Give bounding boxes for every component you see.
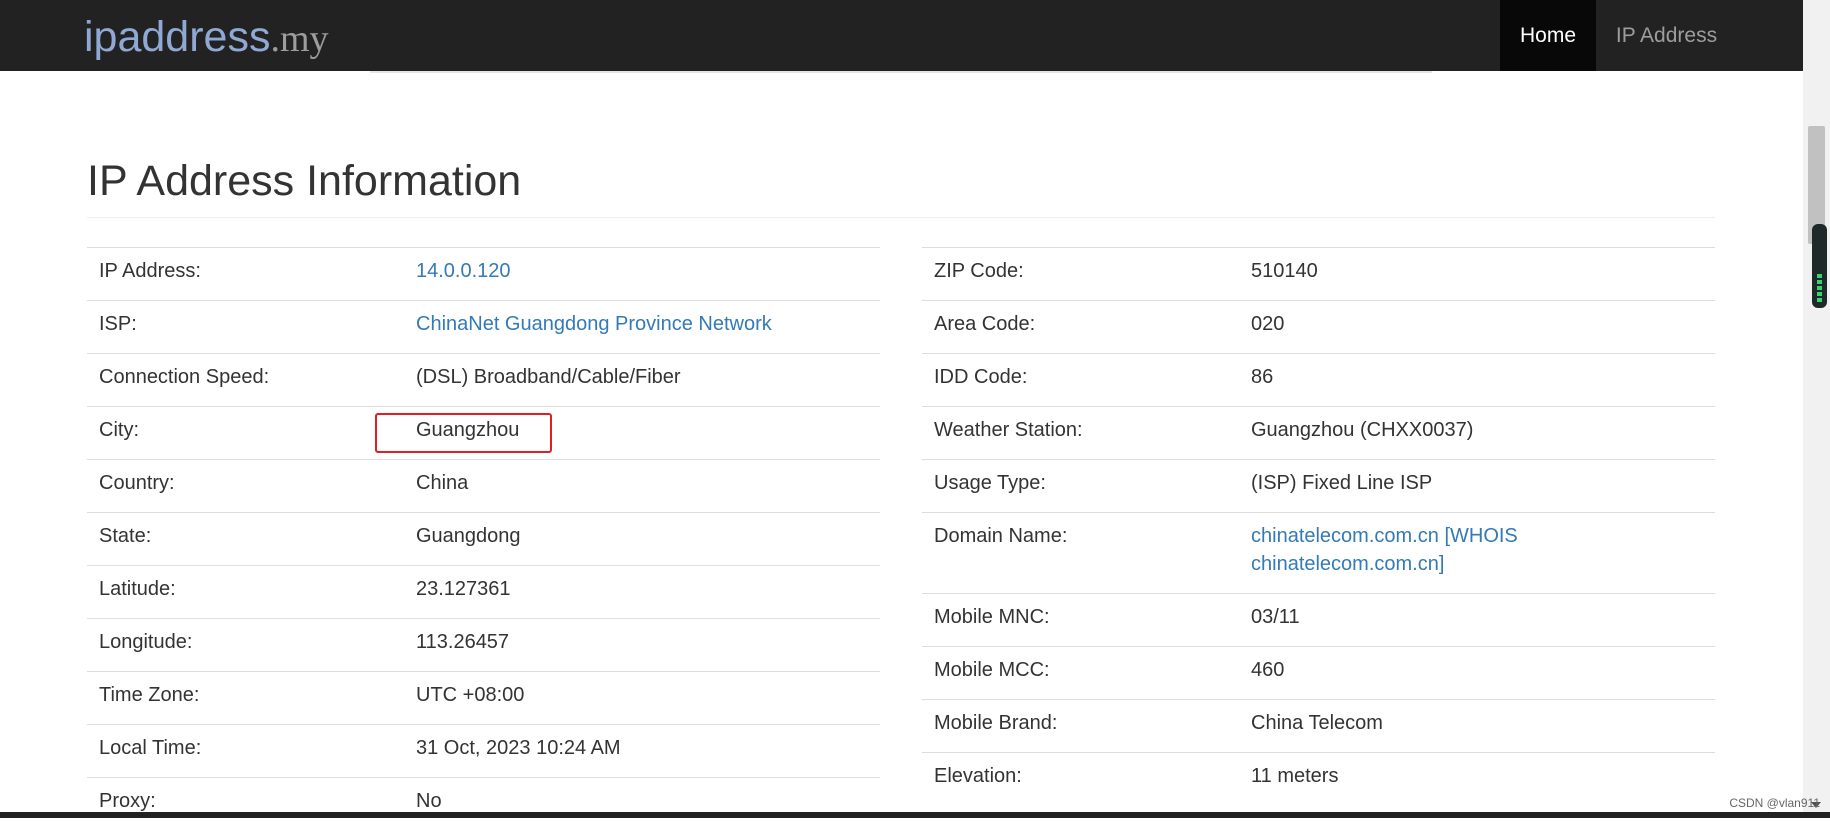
field-value: UTC +08:00 [416, 684, 524, 706]
field-label: Connection Speed: [87, 354, 404, 407]
field-label: Weather Station: [922, 407, 1239, 460]
side-widget[interactable] [1812, 224, 1827, 308]
field-value-link[interactable]: ChinaNet Guangdong Province Network [416, 313, 772, 335]
field-value-cell: UTC +08:00 [404, 672, 880, 725]
table-row: Latitude: 23.127361 [87, 566, 880, 619]
field-value: 23.127361 [416, 578, 511, 600]
field-value: 510140 [1251, 260, 1318, 282]
table-row: Connection Speed: (DSL) Broadband/Cable/F… [87, 354, 880, 407]
page-title: IP Address Information [87, 155, 521, 207]
field-value-cell: 460 [1239, 647, 1715, 700]
field-value-cell: (DSL) Broadband/Cable/Fiber [404, 354, 880, 407]
field-label: ISP: [87, 301, 404, 354]
field-value: Guangzhou (CHXX0037) [1251, 419, 1473, 441]
field-value: 460 [1251, 659, 1284, 681]
table-row: Weather Station: Guangzhou (CHXX0037) [922, 407, 1715, 460]
field-value-cell: chinatelecom.com.cn [WHOIS chinatelecom.… [1239, 513, 1715, 594]
field-value: Guangdong [416, 525, 521, 547]
table-row: Elevation: 11 meters [922, 753, 1715, 806]
field-value: 11 meters [1251, 765, 1338, 787]
field-value-cell: (ISP) Fixed Line ISP [1239, 460, 1715, 513]
table-row: Mobile MNC: 03/11 [922, 594, 1715, 647]
table-row: Usage Type: (ISP) Fixed Line ISP [922, 460, 1715, 513]
taskbar-edge [0, 812, 1830, 818]
brand-name: ipaddress [84, 13, 270, 61]
field-value-cell: 020 [1239, 301, 1715, 354]
field-label: Longitude: [87, 619, 404, 672]
field-value-cell: China Telecom [1239, 700, 1715, 753]
field-value: (ISP) Fixed Line ISP [1251, 472, 1432, 494]
table-row: Longitude: 113.26457 [87, 619, 880, 672]
field-label: Proxy: [87, 778, 404, 830]
ip-info-table-right: ZIP Code: 510140 Area Code: 020 IDD Code: 86 W… [922, 247, 1715, 805]
field-label: Local Time: [87, 725, 404, 778]
field-label: State: [87, 513, 404, 566]
table-row: IDD Code: 86 [922, 354, 1715, 407]
field-value-link[interactable]: chinatelecom.com.cn [1251, 525, 1439, 547]
vertical-scrollbar[interactable] [1803, 0, 1830, 812]
field-value-cell: China [404, 460, 880, 513]
field-value-cell: 03/11 [1239, 594, 1715, 647]
ip-info-table-left: IP Address: 14.0.0.120 ISP: ChinaNet Guangd… [87, 247, 880, 830]
field-label: Country: [87, 460, 404, 513]
field-label: Latitude: [87, 566, 404, 619]
table-row: Mobile MCC: 460 [922, 647, 1715, 700]
field-value: 020 [1251, 313, 1284, 335]
field-value-link[interactable]: 14.0.0.120 [416, 260, 511, 282]
field-value: 03/11 [1251, 606, 1300, 628]
field-value-cell: 31 Oct, 2023 10:24 AM [404, 725, 880, 778]
field-value-cell: 86 [1239, 354, 1715, 407]
table-row: ZIP Code: 510140 [922, 248, 1715, 301]
table-row: Area Code: 020 [922, 301, 1715, 354]
field-value: No [416, 790, 442, 812]
field-label: Time Zone: [87, 672, 404, 725]
field-label: IDD Code: [922, 354, 1239, 407]
field-value-cell: ChinaNet Guangdong Province Network [404, 301, 880, 354]
field-value: China Telecom [1251, 712, 1383, 734]
field-value: 31 Oct, 2023 10:24 AM [416, 737, 621, 759]
top-navbar: ipaddress.my Home IP Address [0, 0, 1803, 71]
field-label: Mobile MCC: [922, 647, 1239, 700]
table-row: State: Guangdong [87, 513, 880, 566]
title-divider [87, 217, 1715, 218]
field-value-cell: 510140 [1239, 248, 1715, 301]
field-value: 86 [1251, 366, 1273, 388]
field-value-cell: Guangdong [404, 513, 880, 566]
city-highlight-box [375, 413, 552, 453]
table-row: Time Zone: UTC +08:00 [87, 672, 880, 725]
field-label: Area Code: [922, 301, 1239, 354]
watermark: CSDN @vlan911 [1729, 796, 1820, 810]
table-row: Mobile Brand: China Telecom [922, 700, 1715, 753]
field-value-cell: 113.26457 [404, 619, 880, 672]
table-row: Country: China [87, 460, 880, 513]
field-label: Mobile Brand: [922, 700, 1239, 753]
field-value-cell: 23.127361 [404, 566, 880, 619]
table-row: Local Time: 31 Oct, 2023 10:24 AM [87, 725, 880, 778]
field-value-cell: 14.0.0.120 [404, 248, 880, 301]
field-label: Domain Name: [922, 513, 1239, 594]
nav-ip-address[interactable]: IP Address [1598, 0, 1735, 71]
field-label: Mobile MNC: [922, 594, 1239, 647]
table-row: Proxy: No [87, 778, 880, 830]
field-label: ZIP Code: [922, 248, 1239, 301]
field-value-cell: 11 meters [1239, 753, 1715, 806]
field-label: Usage Type: [922, 460, 1239, 513]
table-row: Domain Name:chinatelecom.com.cn [WHOIS c… [922, 513, 1715, 594]
nav-home[interactable]: Home [1500, 0, 1596, 71]
field-value-cell: Guangzhou (CHXX0037) [1239, 407, 1715, 460]
field-value-cell: No [404, 778, 880, 830]
field-value: 113.26457 [416, 631, 509, 653]
field-label: City: [87, 407, 404, 460]
table-row: ISP: ChinaNet Guangdong Province Network [87, 301, 880, 354]
navbar-shadow [370, 71, 1432, 73]
field-label: Elevation: [922, 753, 1239, 806]
table-row: IP Address: 14.0.0.120 [87, 248, 880, 301]
field-value: China [416, 472, 468, 494]
brand-logo[interactable]: ipaddress.my [84, 12, 329, 64]
field-value: (DSL) Broadband/Cable/Fiber [416, 366, 681, 388]
brand-tld: .my [270, 18, 328, 60]
field-label: IP Address: [87, 248, 404, 301]
